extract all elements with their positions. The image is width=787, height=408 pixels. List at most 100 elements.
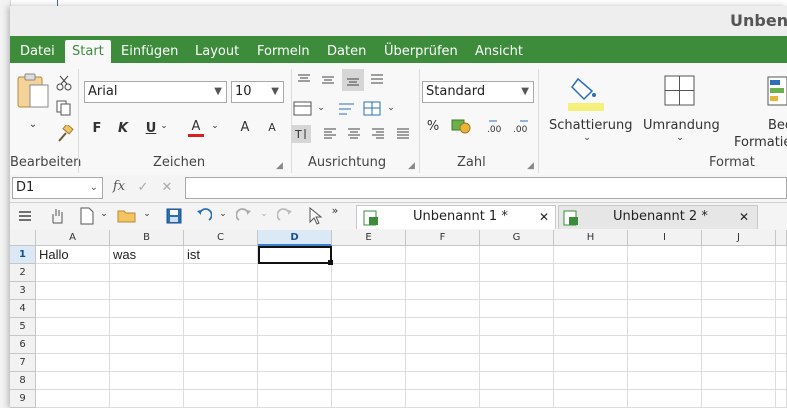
cell-g3[interactable]: [480, 282, 554, 300]
cell-e2[interactable]: [332, 264, 406, 282]
cell-h9[interactable]: [554, 390, 628, 408]
cell-h6[interactable]: [554, 336, 628, 354]
column-header-b[interactable]: B: [110, 230, 184, 246]
zeichen-launcher-icon[interactable]: ◢: [276, 161, 283, 171]
tab-ueberpruefen[interactable]: Überprüfen: [384, 40, 458, 63]
tab-ansicht[interactable]: Ansicht: [475, 40, 523, 63]
font-size-select[interactable]: 10 ▼: [231, 81, 284, 103]
cell-b4[interactable]: [110, 300, 184, 318]
number-format-select[interactable]: Standard ▼: [422, 81, 534, 103]
cell-a6[interactable]: [36, 336, 110, 354]
row-header-9[interactable]: 9: [10, 390, 36, 408]
cell-h8[interactable]: [554, 372, 628, 390]
text-direction-button[interactable]: T: [291, 125, 311, 143]
shading-dropdown-chevron-icon[interactable]: ⌄: [582, 133, 592, 143]
cell-d2[interactable]: [258, 264, 332, 282]
currency-button[interactable]: [451, 117, 471, 135]
percent-button[interactable]: %: [426, 119, 440, 134]
cell-e3[interactable]: [332, 282, 406, 300]
cell-i4[interactable]: [628, 300, 702, 318]
tab-daten[interactable]: Daten: [327, 40, 366, 63]
cell-e7[interactable]: [332, 354, 406, 372]
row-header-2[interactable]: 2: [10, 264, 36, 282]
cell-a5[interactable]: [36, 318, 110, 336]
cell-a2[interactable]: [36, 264, 110, 282]
cell-h4[interactable]: [554, 300, 628, 318]
increase-decimal-button[interactable]: .00: [486, 117, 506, 135]
close-icon[interactable]: ✕: [539, 206, 549, 228]
cell-d4[interactable]: [258, 300, 332, 318]
cut-button[interactable]: [56, 75, 72, 91]
accept-icon[interactable]: ✓: [136, 180, 150, 195]
row-header-4[interactable]: 4: [10, 300, 36, 318]
cell-partial[interactable]: [776, 318, 787, 336]
cell-b5[interactable]: [110, 318, 184, 336]
merge-dropdown-chevron-icon[interactable]: ⌄: [316, 103, 326, 113]
tab-layout[interactable]: Layout: [195, 40, 239, 63]
paste-button[interactable]: [16, 71, 50, 111]
cell-i7[interactable]: [628, 354, 702, 372]
underline-dropdown-chevron-icon[interactable]: ⌄: [159, 121, 169, 131]
cell-b1[interactable]: was: [110, 246, 184, 264]
cell-partial[interactable]: [776, 300, 787, 318]
cell-b9[interactable]: [110, 390, 184, 408]
cell-b6[interactable]: [110, 336, 184, 354]
cell-c9[interactable]: [184, 390, 258, 408]
cell-partial[interactable]: [776, 246, 787, 264]
cell-e1[interactable]: [332, 246, 406, 264]
cell-i6[interactable]: [628, 336, 702, 354]
cancel-icon[interactable]: ✕: [160, 180, 174, 195]
cell-g8[interactable]: [480, 372, 554, 390]
conditional-format-label-line1[interactable]: Bedi: [768, 118, 787, 133]
cell-j4[interactable]: [702, 300, 776, 318]
cell-c7[interactable]: [184, 354, 258, 372]
cell-h1[interactable]: [554, 246, 628, 264]
cell-g7[interactable]: [480, 354, 554, 372]
formula-input[interactable]: [185, 177, 787, 199]
cell-a1[interactable]: Hallo: [36, 246, 110, 264]
select-pointer-icon[interactable]: [308, 207, 322, 225]
cell-f7[interactable]: [406, 354, 480, 372]
cell-j7[interactable]: [702, 354, 776, 372]
redo-dropdown-chevron-icon[interactable]: ⌄: [259, 209, 269, 219]
open-dropdown-chevron-icon[interactable]: ⌄: [142, 209, 152, 219]
row-header-1[interactable]: 1: [10, 246, 36, 264]
cell-j1[interactable]: [702, 246, 776, 264]
cell-d9[interactable]: [258, 390, 332, 408]
row-header-8[interactable]: 8: [10, 372, 36, 390]
repeat-icon[interactable]: [277, 208, 293, 224]
column-header-i[interactable]: I: [628, 230, 702, 246]
cell-i1[interactable]: [628, 246, 702, 264]
justify-button[interactable]: [396, 127, 410, 141]
cell-partial[interactable]: [776, 354, 787, 372]
cell-f1[interactable]: [406, 246, 480, 264]
cell-e6[interactable]: [332, 336, 406, 354]
zahl-launcher-icon[interactable]: ◢: [527, 161, 534, 171]
row-header-7[interactable]: 7: [10, 354, 36, 372]
function-wizard-button[interactable]: fx: [110, 179, 128, 194]
cell-d8[interactable]: [258, 372, 332, 390]
column-header-c[interactable]: C: [184, 230, 258, 246]
cell-b7[interactable]: [110, 354, 184, 372]
tab-formeln[interactable]: Formeln: [257, 40, 310, 63]
merge-center-dropdown-chevron-icon[interactable]: ⌄: [386, 103, 396, 113]
cell-i3[interactable]: [628, 282, 702, 300]
column-header-j[interactable]: J: [702, 230, 776, 246]
justify-vertical-button[interactable]: [370, 73, 384, 87]
shrink-font-button[interactable]: A: [265, 121, 279, 134]
cell-f4[interactable]: [406, 300, 480, 318]
copy-button[interactable]: [56, 100, 72, 116]
font-color-button[interactable]: A: [188, 119, 204, 137]
cell-d5[interactable]: [258, 318, 332, 336]
cell-c3[interactable]: [184, 282, 258, 300]
font-color-dropdown-chevron-icon[interactable]: ⌄: [210, 121, 220, 131]
row-header-5[interactable]: 5: [10, 318, 36, 336]
align-right-button[interactable]: [371, 127, 385, 141]
bold-button[interactable]: F: [90, 121, 104, 136]
select-all-corner[interactable]: [10, 230, 36, 246]
cell-i5[interactable]: [628, 318, 702, 336]
cell-c2[interactable]: [184, 264, 258, 282]
borders-dropdown-chevron-icon[interactable]: ⌄: [675, 133, 685, 143]
cell-j3[interactable]: [702, 282, 776, 300]
italic-button[interactable]: K: [116, 121, 130, 136]
